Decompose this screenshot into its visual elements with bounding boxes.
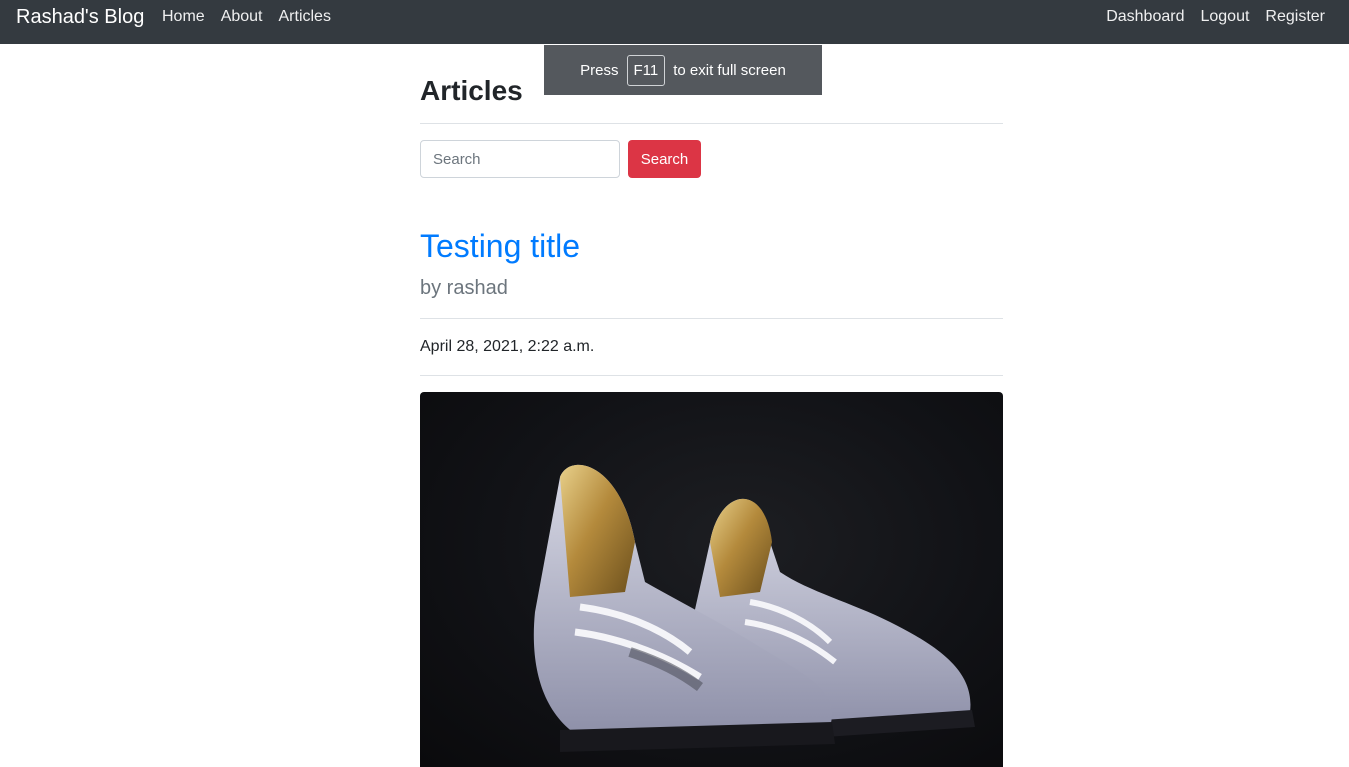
fullscreen-notice-prefix: Press [580,61,619,79]
page-title: Articles [420,75,523,106]
fullscreen-notice-suffix: to exit full screen [673,61,786,79]
nav-right: Dashboard Logout Register [1106,8,1325,26]
divider [420,375,1003,376]
brand-link[interactable]: Rashad's Blog [16,6,144,29]
nav-link-articles[interactable]: Articles [279,8,331,26]
nav-link-logout[interactable]: Logout [1200,8,1249,26]
divider [420,123,1003,124]
article-date: April 28, 2021, 2:22 a.m. [420,338,595,355]
article-title-link[interactable]: Testing title [420,228,580,265]
article-byline: by rashad [420,277,508,299]
fullscreen-notice: Press F11 to exit full screen [544,45,822,95]
article-image [420,392,1003,767]
divider [420,318,1003,319]
nav-link-home[interactable]: Home [162,8,205,26]
nav-link-register[interactable]: Register [1265,8,1325,26]
nav-link-dashboard[interactable]: Dashboard [1106,8,1184,26]
nav-left: Home About Articles [162,8,331,26]
fullscreen-key: F11 [626,54,666,86]
sneakers-illustration [533,464,975,752]
nav-link-about[interactable]: About [221,8,263,26]
search-input[interactable] [420,140,620,178]
navbar: Rashad's Blog Home About Articles Dashbo… [0,0,1349,44]
search-button[interactable]: Search [628,140,701,178]
